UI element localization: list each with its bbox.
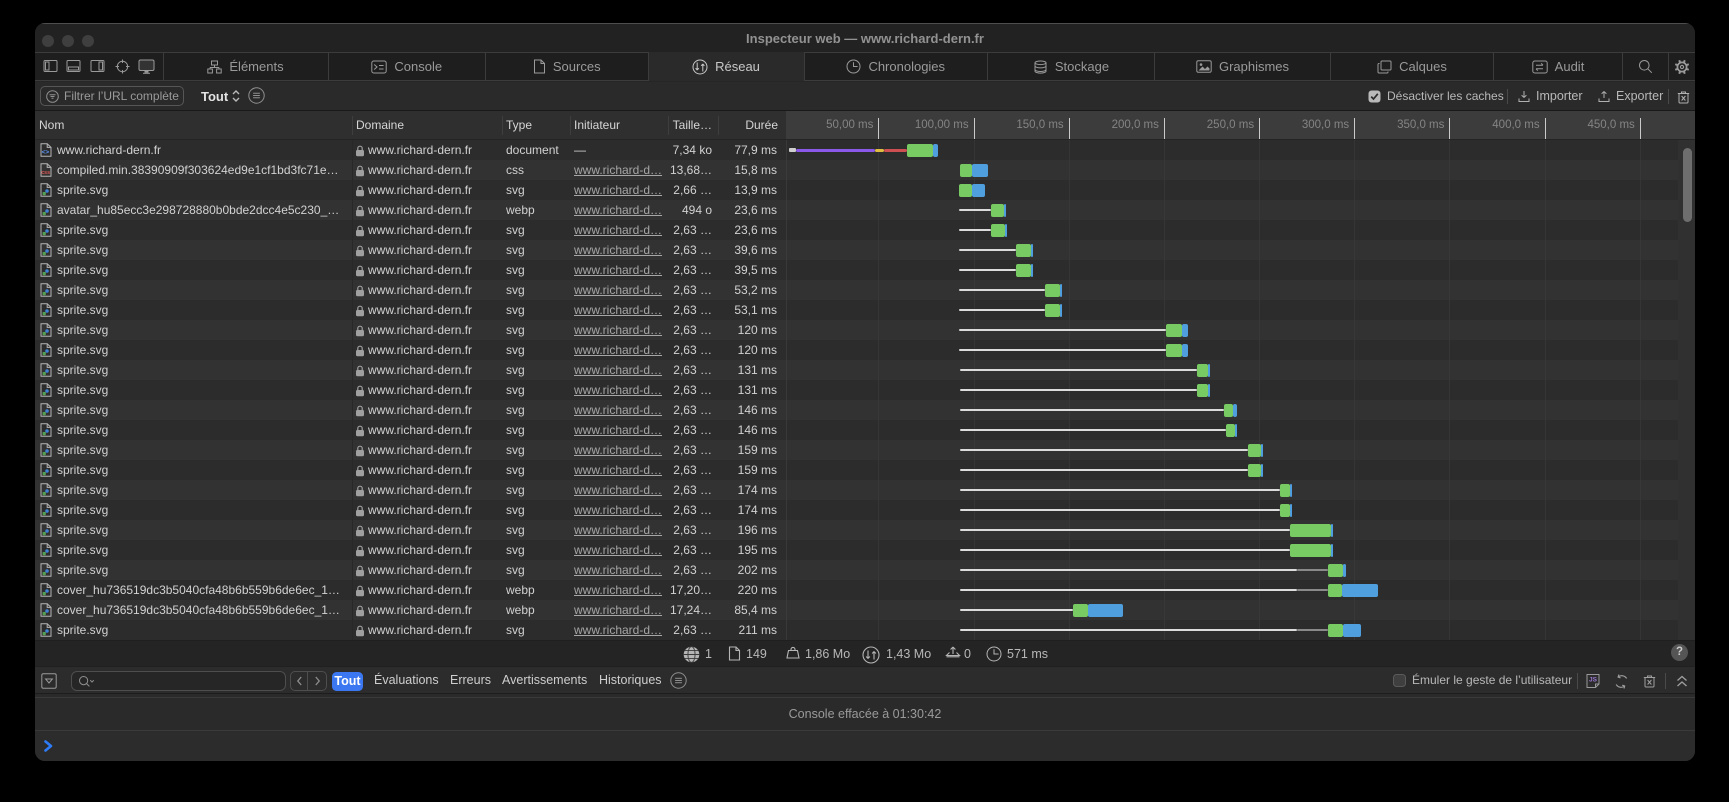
svg-text:css: css [41,170,50,176]
svg-text:JS: JS [1589,677,1598,684]
svg-text:<>: <> [42,149,50,156]
